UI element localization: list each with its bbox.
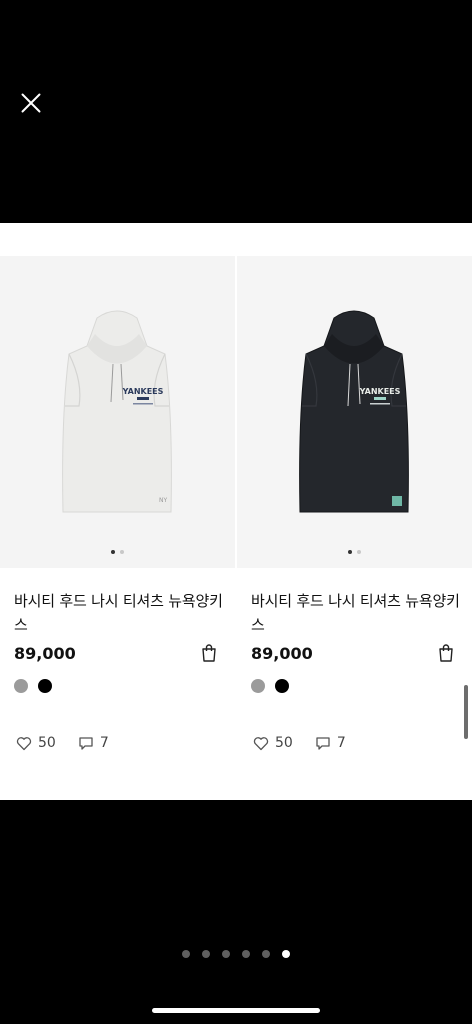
swatch-black[interactable]	[38, 679, 52, 693]
yankees-logo-text: YANKEES	[359, 387, 401, 396]
shopping-bag-icon[interactable]	[436, 643, 456, 663]
yankees-logo-text: YANKEES	[122, 387, 164, 396]
comment-icon	[316, 736, 330, 750]
product-card[interactable]: YANKEES 바시티 후드 나시 티셔츠 뉴욕양키스 89,000 50 7	[237, 256, 472, 800]
comment-button[interactable]: 7	[78, 735, 109, 751]
comment-count: 7	[99, 735, 109, 751]
comment-count: 7	[336, 735, 346, 751]
like-button[interactable]: 50	[253, 735, 293, 751]
product-card[interactable]: YANKEES NY 바시티 후드 나시 티셔츠 뉴욕양키스 89,000 50…	[0, 256, 235, 800]
color-swatches	[251, 679, 458, 693]
image-dot-active[interactable]	[348, 550, 352, 554]
page-dot[interactable]	[222, 950, 230, 958]
image-pager	[237, 550, 472, 554]
image-dot[interactable]	[357, 550, 361, 554]
like-count: 50	[38, 735, 56, 751]
page-dot[interactable]	[262, 950, 270, 958]
page-pager	[0, 950, 472, 958]
image-dot-active[interactable]	[111, 550, 115, 554]
heart-icon	[16, 736, 32, 750]
swatch-gray[interactable]	[251, 679, 265, 693]
page-dot[interactable]	[202, 950, 210, 958]
image-dot[interactable]	[120, 550, 124, 554]
image-pager	[0, 550, 235, 554]
page-dot[interactable]	[242, 950, 250, 958]
product-name[interactable]: 바시티 후드 나시 티셔츠 뉴욕양키스	[14, 589, 224, 637]
color-swatches	[14, 679, 221, 693]
page-dot-active[interactable]	[282, 950, 290, 958]
like-button[interactable]: 50	[16, 735, 56, 751]
product-name[interactable]: 바시티 후드 나시 티셔츠 뉴욕양키스	[251, 589, 461, 637]
product-image[interactable]: YANKEES	[237, 256, 472, 568]
heart-icon	[253, 736, 269, 750]
swatch-black[interactable]	[275, 679, 289, 693]
shopping-bag-icon[interactable]	[199, 643, 219, 663]
comment-icon	[79, 736, 93, 750]
scrollbar[interactable]	[464, 685, 468, 739]
like-count: 50	[275, 735, 293, 751]
swatch-gray[interactable]	[14, 679, 28, 693]
hoodie-vest-image-light: YANKEES NY	[62, 310, 172, 513]
hoodie-vest-image-dark: YANKEES	[299, 310, 409, 513]
page-dot[interactable]	[182, 950, 190, 958]
product-price: 89,000	[14, 643, 76, 663]
product-image[interactable]: YANKEES NY	[0, 256, 235, 568]
comment-button[interactable]: 7	[315, 735, 346, 751]
product-panel: YANKEES NY 바시티 후드 나시 티셔츠 뉴욕양키스 89,000 50…	[0, 223, 472, 800]
home-indicator[interactable]	[152, 1008, 320, 1013]
image-viewer: YANKEES NY 바시티 후드 나시 티셔츠 뉴욕양키스 89,000 50…	[0, 0, 472, 1024]
svg-text:NY: NY	[159, 497, 167, 504]
product-price: 89,000	[251, 643, 313, 663]
close-icon[interactable]	[16, 88, 46, 118]
